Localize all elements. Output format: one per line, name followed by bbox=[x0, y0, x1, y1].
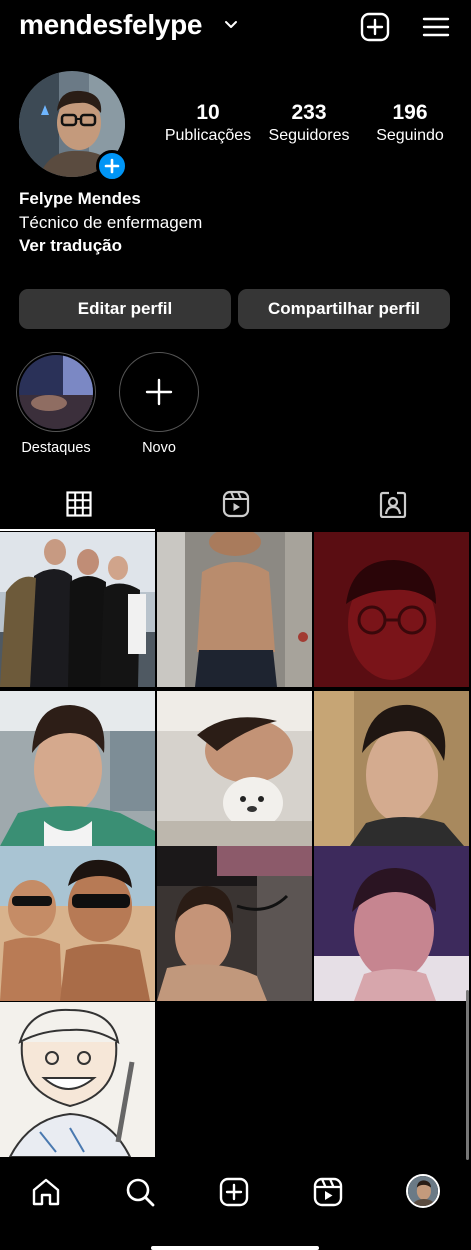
active-tab-indicator bbox=[0, 529, 155, 531]
edit-profile-button[interactable]: Editar perfil bbox=[19, 289, 231, 329]
post-thumbnail[interactable] bbox=[0, 691, 155, 846]
highlight-label: Novo bbox=[142, 440, 176, 456]
home-icon[interactable] bbox=[30, 1176, 62, 1208]
home-indicator bbox=[151, 1246, 319, 1250]
stat-value: 10 bbox=[196, 101, 220, 124]
scrollbar[interactable] bbox=[466, 990, 469, 1160]
highlight-destaques[interactable]: Destaques bbox=[16, 352, 96, 456]
username[interactable]: mendesfelype bbox=[19, 9, 202, 41]
profile-name: Felype Mendes bbox=[19, 189, 141, 208]
post-thumbnail[interactable] bbox=[314, 532, 469, 687]
profile-tabs bbox=[0, 478, 471, 530]
grid-icon bbox=[65, 491, 92, 517]
bottom-navigation bbox=[0, 1162, 471, 1250]
search-icon[interactable] bbox=[124, 1176, 156, 1208]
stat-following[interactable]: 196 Seguindo bbox=[368, 101, 452, 145]
post-thumbnail[interactable] bbox=[314, 691, 469, 846]
tagged-icon bbox=[379, 491, 406, 518]
highlight-label: Destaques bbox=[21, 440, 91, 456]
stat-label: Seguindo bbox=[376, 127, 444, 144]
top-bar: mendesfelype bbox=[0, 0, 471, 54]
tab-tagged[interactable] bbox=[314, 478, 471, 530]
highlight-cover bbox=[19, 355, 93, 429]
chevron-down-icon[interactable] bbox=[224, 18, 238, 32]
post-thumbnail[interactable] bbox=[0, 846, 155, 1001]
highlight-ring bbox=[119, 352, 199, 432]
tab-posts[interactable] bbox=[0, 478, 157, 530]
plus-icon bbox=[145, 378, 173, 406]
post-thumbnail[interactable] bbox=[157, 532, 312, 687]
post-thumbnail[interactable] bbox=[0, 532, 155, 687]
share-profile-button[interactable]: Compartilhar perfil bbox=[238, 289, 450, 329]
post-thumbnail[interactable] bbox=[314, 846, 469, 1001]
menu-icon[interactable] bbox=[421, 12, 451, 42]
profile-bio: Técnico de enfermagem bbox=[19, 213, 203, 232]
create-icon[interactable] bbox=[218, 1176, 250, 1208]
reels-icon bbox=[222, 490, 249, 518]
profile-avatar[interactable] bbox=[406, 1174, 440, 1208]
tab-reels[interactable] bbox=[157, 478, 314, 530]
stat-followers[interactable]: 233 Seguidores bbox=[262, 101, 356, 145]
stat-posts[interactable]: 10 Publicações bbox=[162, 101, 254, 145]
highlight-new[interactable]: Novo bbox=[119, 352, 199, 456]
reels-icon[interactable] bbox=[312, 1176, 344, 1208]
post-thumbnail[interactable] bbox=[157, 691, 312, 846]
stat-label: Seguidores bbox=[268, 127, 350, 144]
highlight-ring bbox=[16, 352, 96, 432]
post-thumbnail[interactable] bbox=[0, 1002, 155, 1157]
stat-value: 233 bbox=[291, 101, 327, 124]
see-translation-link[interactable]: Ver tradução bbox=[19, 236, 122, 256]
stat-value: 196 bbox=[392, 101, 428, 124]
stat-label: Publicações bbox=[164, 127, 252, 144]
post-thumbnail[interactable] bbox=[157, 846, 312, 1001]
add-story-icon[interactable] bbox=[96, 150, 128, 182]
new-post-icon[interactable] bbox=[360, 12, 390, 42]
